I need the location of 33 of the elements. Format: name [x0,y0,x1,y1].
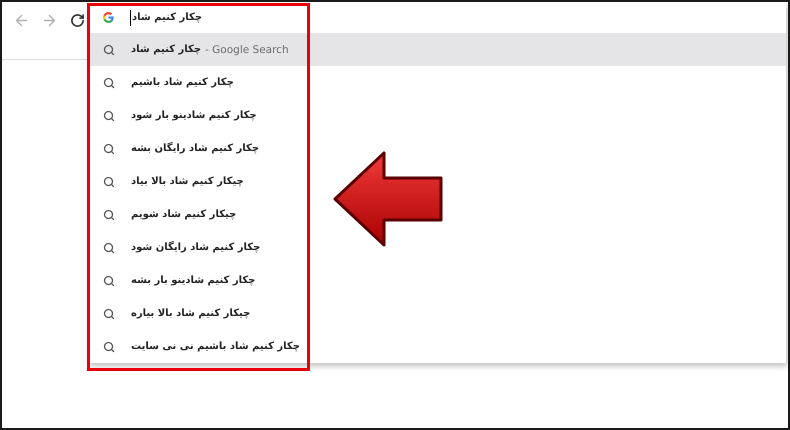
suggestion-text: چیکار کنیم شاد بالا بیاد [131,176,244,187]
suggestion-text: چکار کنیم شاد باشیم [131,77,234,88]
search-icon [103,176,115,188]
suggestion-text: چکار کنیم شادینو بار شود [131,110,257,121]
search-icon [103,208,115,220]
search-icon [103,340,115,352]
search-icon [103,308,115,320]
suggestion-suffix: - Google Search [205,44,289,56]
suggestion-item[interactable]: چیکار کنیم شاد شویم [103,208,236,220]
suggestion-item[interactable]: چکار کنیم شاد رایگان شود [103,242,260,254]
suggestion-text: چکار کنیم شاد [131,44,202,55]
search-icon [103,76,115,88]
suggestion-text: چکار کنیم شاد باشیم نی نی سایت [131,341,300,352]
search-icon [103,274,115,286]
suggestion-text: چکار کنیم شادینو بار بشه [131,275,256,286]
search-icon [103,142,115,154]
suggestion-item[interactable]: چکار کنیم شاد باشیم نی نی سایت [103,340,300,352]
suggestion-item[interactable]: چکار کنیم شاد رایگان بشه [103,142,260,154]
suggestion-text: چیکار کنیم شاد شویم [131,209,236,220]
suggestion-text: چکار کنیم شاد رایگان شود [131,242,260,253]
suggestion-text: چیکار کنیم شاد بالا بیاره [131,308,250,319]
search-icon [103,110,115,122]
suggestion-text: چکار کنیم شاد رایگان بشه [131,143,260,154]
suggestion-item[interactable]: چکار کنیم شادینو بار بشه [103,274,256,286]
address-field[interactable]: چکار کنیم شاد [130,10,202,26]
google-logo-icon [102,11,115,24]
suggestion-item[interactable]: چیکار کنیم شاد بالا بیاره [103,308,250,320]
suggestion-item[interactable]: چکار کنیم شاد باشیم [103,76,234,88]
reload-button[interactable] [68,11,86,29]
suggestion-item[interactable]: چکار کنیم شادینو بار شود [103,110,257,122]
search-icon [103,242,115,254]
suggestion-item[interactable]: چیکار کنیم شاد بالا بیاد [103,176,244,188]
search-icon [103,44,115,56]
